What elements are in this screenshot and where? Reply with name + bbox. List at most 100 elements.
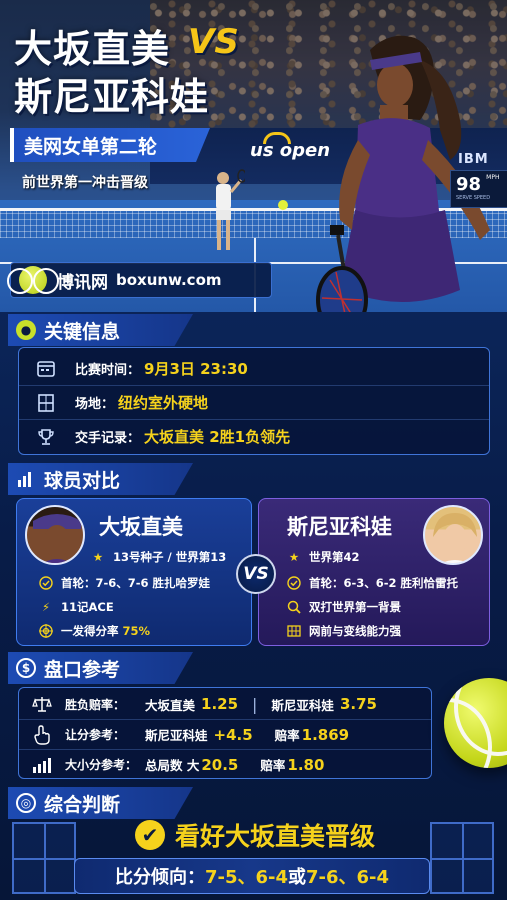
hero-banner: 大坂直美 VS 斯尼亚科娃 美网女单第二轮 前世界第一冲击晋级 us open … [0, 0, 507, 312]
speed-unit: MPH [486, 174, 500, 181]
star-icon: ★ [288, 550, 300, 564]
player-seed: ★ 13号种子 / 世界第13 [91, 549, 226, 565]
score-label: 比分倾向： [114, 867, 205, 888]
player-note-doubles: 双打世界第一背景 [287, 599, 401, 615]
player-first-round: 首轮： 7-6、7-6 胜扎哈罗娃 [39, 575, 210, 591]
section-title: 球员对比 [44, 469, 121, 492]
target-icon [39, 624, 53, 638]
tennis-ball-icon [278, 200, 288, 210]
seed-text: 13号种子 / 世界第13 [113, 550, 227, 564]
brand-url[interactable]: boxunw.com [116, 271, 222, 289]
verdict-pick: ✔ 看好大坂直美晋级 [70, 820, 440, 851]
trophy-icon [35, 426, 57, 448]
magnifier-icon [287, 600, 301, 614]
hand-icon [31, 724, 53, 746]
sponsor-logo: IBM [458, 152, 489, 167]
odds-row-total: 大小分参考： 总局数 大 20.5 赔率 1.80 [19, 749, 431, 779]
net-icon [287, 624, 301, 638]
odds-side-b: 赔率 [260, 758, 286, 773]
section-odds-header: $ 盘口参考 [8, 652, 193, 684]
odds-label: 大小分参考： [65, 758, 138, 772]
odds-value-b: 1.869 [301, 725, 350, 744]
player-card-osaka: 大坂直美 ★ 13号种子 / 世界第13 首轮： 7-6、7-6 胜扎哈罗娃 ⚡… [16, 498, 252, 646]
title-player-b: 斯尼亚科娃 [14, 75, 210, 119]
info-value: 纽约室外硬地 [118, 394, 209, 412]
odds-label: 胜负赔率： [65, 697, 126, 712]
lightning-icon: ⚡ [41, 600, 51, 614]
info-value: 9月3日 23:30 [144, 359, 248, 378]
section-verdict-header: ◎ 综合判断 [8, 787, 193, 819]
odds-side-b: 斯尼亚科娃 [271, 697, 334, 713]
score-option-a: 7-5、6-4 [204, 867, 288, 888]
section-title: 关键信息 [44, 320, 121, 343]
first-serve-value: 75% [122, 624, 151, 638]
tennis-ball-icon [444, 678, 507, 768]
first-round-result: 6-3、6-2 胜利恰雷托 [343, 576, 459, 590]
brand-bar[interactable]: 博讯网 boxunw.com [7, 262, 272, 298]
bars-icon [31, 754, 53, 776]
odds-value-a: +4.5 [213, 725, 253, 744]
info-row-h2h: 交手记录： 大坂直美 2胜1负领先 [19, 419, 489, 453]
odds-label: 让分参考： [65, 728, 126, 742]
title-player-a: 大坂直美 [14, 27, 171, 71]
subtitle: 前世界第一冲击晋级 [22, 175, 148, 191]
info-row-time: 比赛时间： 9月3日 23:30 [19, 351, 489, 385]
tennis-ball-logo-icon [7, 266, 59, 294]
player-aces: ⚡ 11记ACE [39, 599, 114, 615]
court-icon [35, 392, 57, 414]
odds-panel: 胜负赔率： 大坂直美 1.25 | 斯尼亚科娃 3.75 让分参考： 斯尼亚科娃… [18, 687, 432, 779]
star-icon: ★ [92, 550, 104, 564]
court-diagram-left [12, 822, 76, 894]
section-title: 综合判断 [44, 793, 121, 816]
first-round-result: 7-6、7-6 胜扎哈罗娃 [95, 576, 211, 590]
first-serve-label: 一发得分率 [61, 624, 119, 638]
player-first-serve: 一发得分率 75% [39, 623, 150, 639]
section-compare-header: 球员对比 [8, 463, 193, 495]
player-name: 大坂直美 [99, 515, 183, 539]
verdict-text: 看好大坂直美晋级 [174, 822, 375, 851]
avatar [25, 505, 85, 565]
first-round-label: 首轮： [61, 576, 96, 590]
rank-text: 世界第42 [309, 550, 360, 564]
odds-value-a: 20.5 [201, 755, 239, 774]
player-rank: ★ 世界第42 [287, 549, 360, 565]
dollar-icon: $ [16, 658, 36, 678]
key-info-panel: 比赛时间： 9月3日 23:30 场地： 纽约室外硬地 交手记录： 大坂直美 2… [18, 347, 490, 455]
check-circle-icon [39, 576, 53, 590]
scale-icon [31, 693, 53, 715]
player-card-siniakova: 斯尼亚科娃 ★ 世界第42 首轮： 6-3、6-2 胜利恰雷托 双打世界第一背景… [258, 498, 490, 646]
calendar-icon [35, 357, 57, 379]
odds-value-a: 1.25 [201, 695, 239, 713]
section-title: 盘口参考 [44, 658, 121, 681]
info-label: 比赛时间： [75, 362, 141, 378]
title-vs: VS [188, 22, 239, 62]
score-option-b: 7-6、6-4 [306, 867, 390, 888]
info-value: 大坂直美 2胜1负领先 [144, 428, 291, 446]
speed-label: SERVE SPEED [456, 195, 491, 201]
check-icon: ✔ [134, 820, 165, 850]
opponent-player-figure [216, 169, 245, 250]
round-label: 美网女单第二轮 [24, 135, 158, 158]
speed-value: 98 [456, 174, 482, 195]
score-or: 或 [288, 867, 306, 888]
info-label: 交手记录： [75, 431, 141, 446]
section-key-info-header: ● 关键信息 [8, 314, 193, 346]
odds-separator: | [252, 694, 258, 714]
serve-speed-board: 98 MPH SERVE SPEED [450, 170, 507, 208]
info-row-venue: 场地： 纽约室外硬地 [19, 385, 489, 419]
info-label: 场地： [75, 397, 115, 412]
brand-name: 博讯网 [57, 272, 108, 293]
odds-row-moneyline: 胜负赔率： 大坂直美 1.25 | 斯尼亚科娃 3.75 [19, 689, 431, 719]
odds-side-a: 大坂直美 [145, 697, 196, 713]
event-logo-text: us open [250, 140, 331, 161]
player-name: 斯尼亚科娃 [287, 515, 392, 539]
aces-text: 11记ACE [61, 600, 114, 614]
vs-badge: VS [236, 554, 276, 594]
odds-side-a: 斯尼亚科娃 [145, 728, 208, 743]
promo-poster: 大坂直美 VS 斯尼亚科娃 美网女单第二轮 前世界第一冲击晋级 us open … [0, 0, 507, 900]
score-prediction-bar: 比分倾向： 7-5、6-4 或 7-6、6-4 [74, 858, 430, 894]
player-first-round: 首轮： 6-3、6-2 胜利恰雷托 [287, 575, 458, 591]
check-circle-icon [287, 576, 301, 590]
player-note-net: 网前与变线能力强 [287, 623, 401, 639]
target-icon: ◎ [16, 793, 36, 813]
